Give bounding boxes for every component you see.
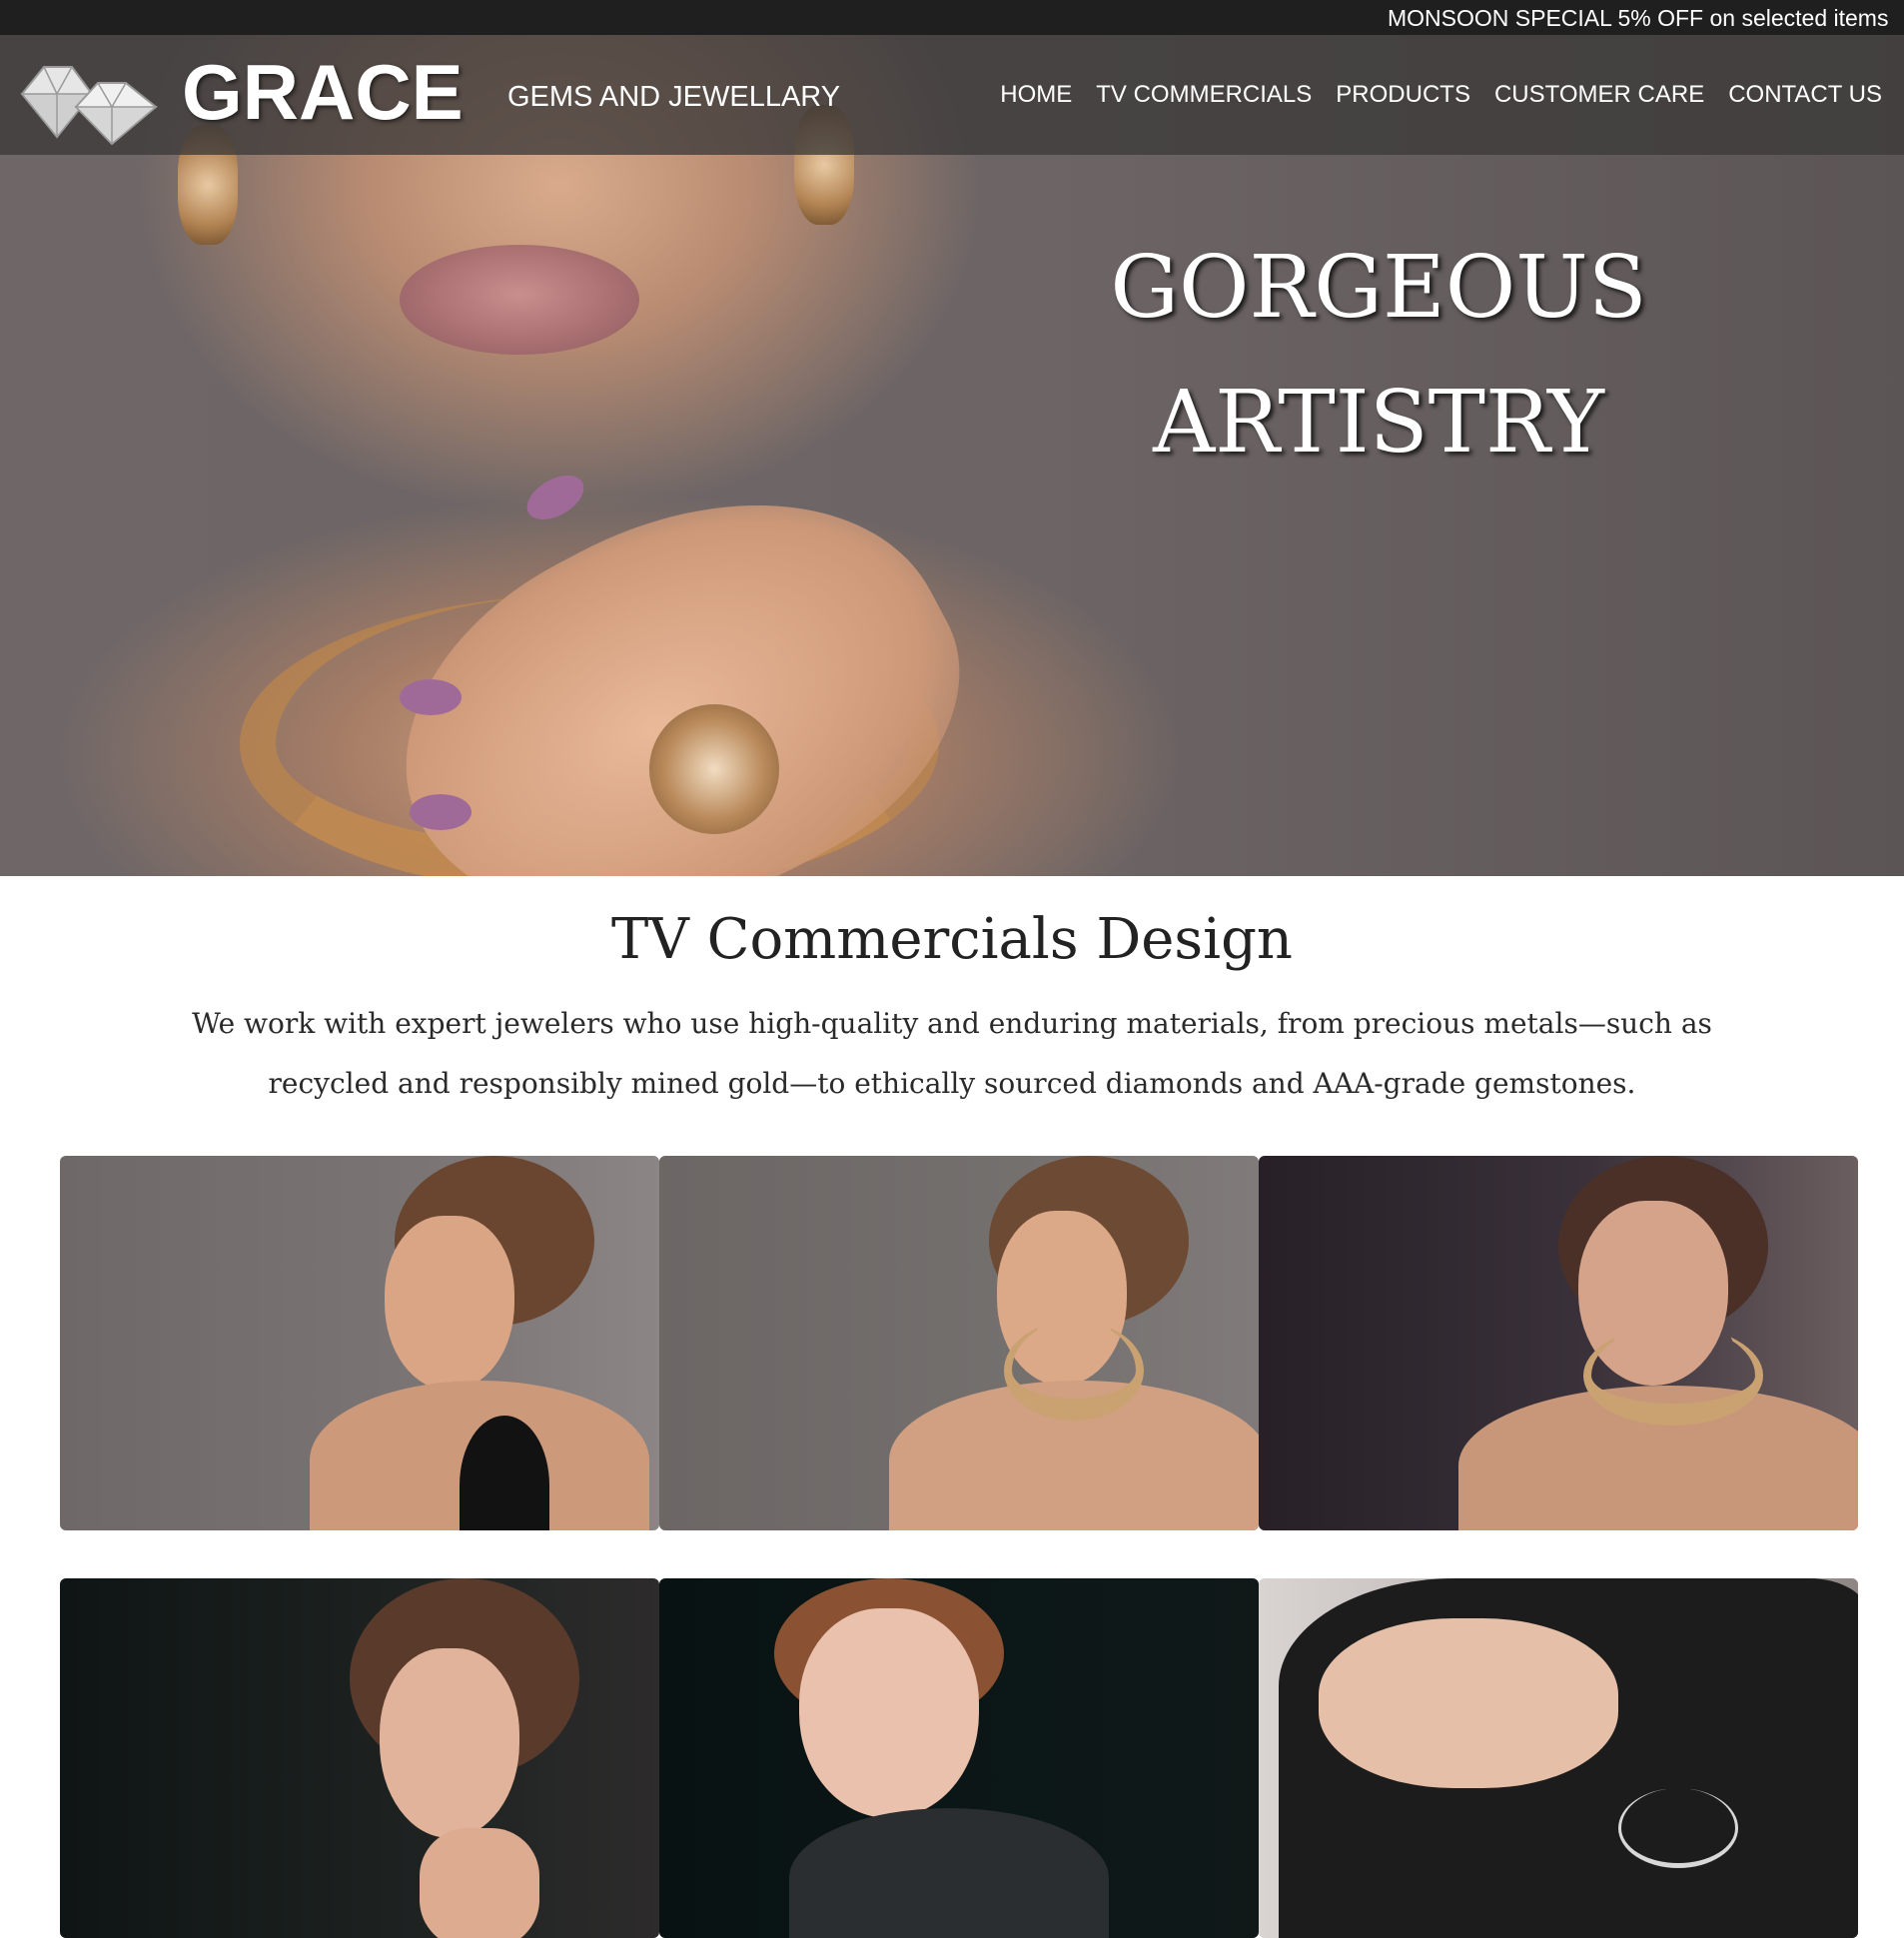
photo-necklace [1004, 1321, 1144, 1421]
section-title: TV Commercials Design [611, 907, 1293, 972]
photo-hand [1319, 1618, 1618, 1788]
gallery-image-5[interactable] [659, 1578, 1259, 1938]
card-background [60, 1578, 659, 1938]
photo-dress [789, 1808, 1109, 1938]
gallery-image-3[interactable] [1259, 1156, 1858, 1530]
hero-photo-ring [649, 704, 779, 834]
nav-home[interactable]: HOME [1000, 80, 1072, 110]
brand-name[interactable]: GRACE [182, 47, 464, 137]
gallery-image-1[interactable] [60, 1156, 659, 1530]
photo-hands [420, 1828, 539, 1938]
nav-contact-us[interactable]: CONTACT US [1728, 80, 1882, 110]
photo-face [380, 1648, 519, 1838]
nav-tv-commercials[interactable]: TV COMMERCIALS [1096, 80, 1312, 110]
photo-necklace [1583, 1326, 1763, 1426]
photo-bracelet [1618, 1788, 1738, 1868]
gallery-image-6[interactable] [1259, 1578, 1858, 1938]
gallery-image-2[interactable] [659, 1156, 1259, 1530]
diamond-icon[interactable] [14, 49, 164, 145]
site-header: GRACE GEMS AND JEWELLARY HOME TV COMMERC… [0, 35, 1904, 155]
hero-photo-lips [400, 245, 639, 355]
photo-face [385, 1216, 514, 1391]
hero-photo-nail [400, 679, 462, 715]
brand-tagline: GEMS AND JEWELLARY [507, 81, 841, 113]
section-description: We work with expert jewelers who use hig… [192, 1007, 1712, 1100]
hero-banner: GORGEOUS ARTISTRY [0, 35, 1904, 876]
photo-face [799, 1608, 979, 1818]
main-nav: HOME TV COMMERCIALS PRODUCTS CUSTOMER CA… [1000, 80, 1882, 110]
promo-bar: MONSOON SPECIAL 5% OFF on selected items [0, 0, 1904, 35]
hero-photo-nail [519, 466, 591, 529]
promo-text: MONSOON SPECIAL 5% OFF on selected items [1388, 5, 1889, 31]
nav-customer-care[interactable]: CUSTOMER CARE [1494, 80, 1704, 110]
gallery-image-4[interactable] [60, 1578, 659, 1938]
hero-title-line2: ARTISTRY [1153, 373, 1604, 473]
hero-photo-nail [410, 794, 472, 830]
hero-title-line1: GORGEOUS [1110, 238, 1647, 338]
nav-products[interactable]: PRODUCTS [1336, 80, 1470, 110]
